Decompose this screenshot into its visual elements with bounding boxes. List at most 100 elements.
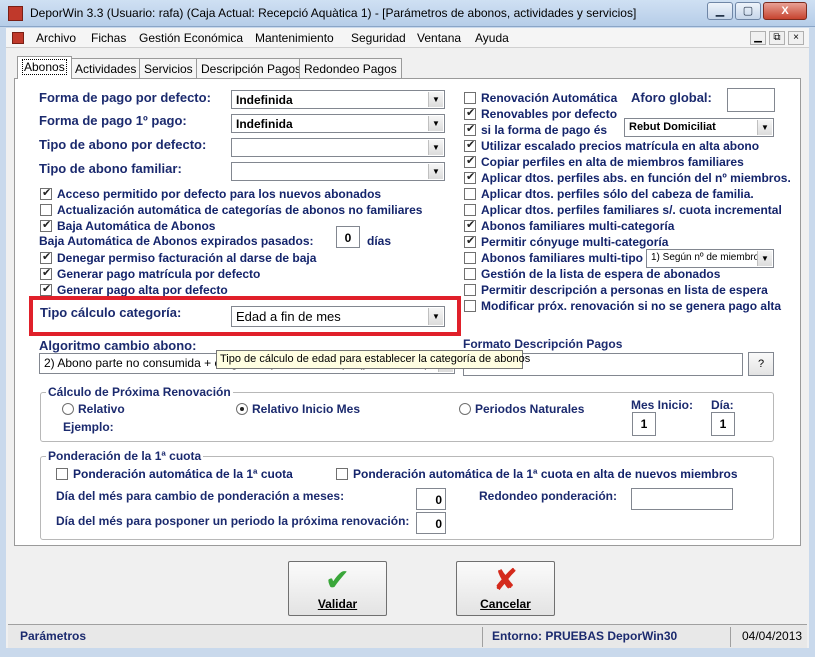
cancelar-button[interactable]: ✘ Cancelar [456, 561, 555, 616]
checkbox-box[interactable] [464, 122, 476, 136]
tab-abonos[interactable]: Abonos [17, 56, 72, 79]
ponderacion-nuevos-checkbox[interactable]: Ponderación automática de la 1ª cuota en… [336, 467, 738, 481]
multi-categoria-checkbox[interactable]: Abonos familiares multi-categoría [464, 218, 674, 233]
checkbox-box[interactable] [464, 188, 476, 200]
validar-label: Validar [317, 597, 358, 611]
tab-descripcion-pagos[interactable]: Descripción Pagos [196, 58, 307, 78]
conyuge-multi-checkbox[interactable]: Permitir cónyuge multi-categoría [464, 234, 669, 249]
copiar-perfiles-checkbox[interactable]: Copiar perfiles en alta de miembros fami… [464, 154, 744, 169]
menu-mantenimiento[interactable]: Mantenimiento [255, 31, 334, 45]
help-button[interactable]: ? [748, 352, 774, 376]
escalado-precios-checkbox[interactable]: Utilizar escalado precios matrícula en a… [464, 138, 759, 153]
checkbox-box[interactable] [464, 170, 476, 184]
redondeo-input[interactable] [631, 488, 733, 510]
chevron-down-icon[interactable]: ▼ [757, 120, 772, 135]
menu-ventana[interactable]: Ventana [417, 31, 461, 45]
menu-fichas[interactable]: Fichas [91, 31, 126, 45]
checkbox-box[interactable] [464, 92, 476, 104]
checkbox-box[interactable] [464, 268, 476, 280]
checkbox-box[interactable] [464, 234, 476, 248]
checkbox-box[interactable] [464, 300, 476, 312]
minimize-button[interactable]: ▁ [707, 2, 733, 20]
aforo-input[interactable] [727, 88, 775, 112]
dia-cambio-input[interactable]: 0 [416, 488, 446, 510]
checkbox-box[interactable] [464, 218, 476, 232]
menu-ayuda[interactable]: Ayuda [475, 31, 509, 45]
actualizacion-categorias-checkbox[interactable]: Actualización automática de categorías d… [40, 203, 422, 217]
multi-tipo-label: Abonos familiares multi-tipo [481, 251, 644, 265]
dia-posponer-input[interactable]: 0 [416, 512, 446, 534]
renovacion-automatica-checkbox[interactable]: Renovación Automática [464, 91, 617, 105]
chevron-down-icon[interactable]: ▼ [757, 251, 772, 266]
checkbox-box[interactable] [464, 252, 476, 264]
multi-tipo-combo[interactable]: 1) Según nº de miembros ▼ [646, 249, 774, 268]
status-left: Parámetros [20, 629, 87, 643]
generar-alta-checkbox[interactable]: Generar pago alta por defecto [40, 282, 228, 297]
conyuge-multi-label: Permitir cónyuge multi-categoría [481, 235, 669, 249]
tipo-abono-combo[interactable]: ▼ [231, 138, 445, 157]
mes-inicio-input[interactable]: 1 [632, 412, 656, 436]
dtos-cabeza-checkbox[interactable]: Aplicar dtos. perfiles sólo del cabeza d… [464, 187, 754, 201]
baja-automatica-checkbox[interactable]: Baja Automática de Abonos [40, 218, 215, 233]
forma-pago1-combo[interactable]: Indefinida ▼ [231, 114, 445, 133]
mdi-minimize-button[interactable]: ▁ [750, 31, 766, 45]
radio-dot[interactable] [236, 403, 248, 415]
generar-matricula-checkbox[interactable]: Generar pago matrícula por defecto [40, 266, 260, 281]
acceso-permitido-checkbox[interactable]: Acceso permitido por defecto para los nu… [40, 186, 381, 201]
chevron-down-icon[interactable]: ▼ [428, 92, 443, 107]
checkbox-box[interactable] [40, 204, 52, 216]
ejemplo-label: Ejemplo: [63, 420, 114, 434]
checkbox-box[interactable] [40, 266, 52, 280]
tab-redondeo-pagos[interactable]: Redondeo Pagos [299, 58, 402, 78]
chevron-down-icon[interactable]: ▼ [428, 140, 443, 155]
generar-alta-label: Generar pago alta por defecto [57, 283, 228, 297]
radio-periodos-naturales[interactable]: Periodos Naturales [459, 402, 584, 416]
multi-tipo-checkbox[interactable]: Abonos familiares multi-tipo [464, 251, 643, 265]
radio-dot[interactable] [62, 403, 74, 415]
checkbox-box[interactable] [464, 106, 476, 120]
checkbox-box[interactable] [464, 154, 476, 168]
tab-servicios[interactable]: Servicios [139, 58, 198, 78]
close-button[interactable]: X [763, 2, 807, 20]
menu-seguridad[interactable]: Seguridad [351, 31, 406, 45]
radio-relativo-inicio-mes[interactable]: Relativo Inicio Mes [236, 402, 360, 416]
ponderacion-nuevos-label: Ponderación automática de la 1ª cuota en… [353, 467, 738, 481]
checkbox-box[interactable] [464, 284, 476, 296]
ponderacion-auto-checkbox[interactable]: Ponderación automática de la 1ª cuota [56, 467, 293, 481]
menu-archivo[interactable]: Archivo [36, 31, 76, 45]
checkbox-box[interactable] [40, 218, 52, 232]
radio-dot[interactable] [459, 403, 471, 415]
window-title: DeporWin 3.3 (Usuario: rafa) (Caja Actua… [30, 6, 637, 20]
maximize-button[interactable]: ▢ [735, 2, 761, 20]
lista-espera-checkbox[interactable]: Gestión de la lista de espera de abonado… [464, 267, 720, 281]
renovables-checkbox[interactable]: Renovables por defecto [464, 106, 617, 121]
validar-button[interactable]: ✔ Validar [288, 561, 387, 616]
tab-actividades[interactable]: Actividades [70, 58, 142, 78]
forma-pago-combo[interactable]: Indefinida ▼ [231, 90, 445, 109]
checkbox-box[interactable] [464, 138, 476, 152]
dtos-miembros-checkbox[interactable]: Aplicar dtos. perfiles abs. en función d… [464, 170, 791, 185]
denegar-facturacion-checkbox[interactable]: Denegar permiso facturación al darse de … [40, 250, 317, 265]
chevron-down-icon[interactable]: ▼ [428, 116, 443, 131]
dtos-incremental-checkbox[interactable]: Aplicar dtos. perfiles familiares s/. cu… [464, 203, 782, 217]
checkbox-box[interactable] [56, 468, 68, 480]
checkbox-box[interactable] [40, 250, 52, 264]
denegar-facturacion-label: Denegar permiso facturación al darse de … [57, 251, 317, 265]
checkbox-box[interactable] [40, 282, 52, 296]
modificar-renovacion-checkbox[interactable]: Modificar próx. renovación si no se gene… [464, 299, 781, 313]
forma-pago-es-checkbox[interactable]: si la forma de pago és [464, 122, 607, 137]
descripcion-espera-checkbox[interactable]: Permitir descripción a personas en lista… [464, 283, 768, 297]
checkbox-box[interactable] [336, 468, 348, 480]
baja-dias-input[interactable]: 0 [336, 226, 360, 248]
radio-relativo[interactable]: Relativo [62, 402, 125, 416]
window-titlebar[interactable]: DeporWin 3.3 (Usuario: rafa) (Caja Actua… [0, 0, 815, 27]
checkbox-box[interactable] [464, 204, 476, 216]
menu-gestion-economica[interactable]: Gestión Económica [139, 31, 243, 45]
mdi-close-button[interactable]: × [788, 31, 804, 45]
tipo-familiar-combo[interactable]: ▼ [231, 162, 445, 181]
checkbox-box[interactable] [40, 186, 52, 200]
chevron-down-icon[interactable]: ▼ [428, 164, 443, 179]
mdi-restore-button[interactable]: ⧉ [769, 31, 785, 45]
dia-input[interactable]: 1 [711, 412, 735, 436]
forma-pago-es-combo[interactable]: Rebut Domiciliat ▼ [624, 118, 774, 137]
